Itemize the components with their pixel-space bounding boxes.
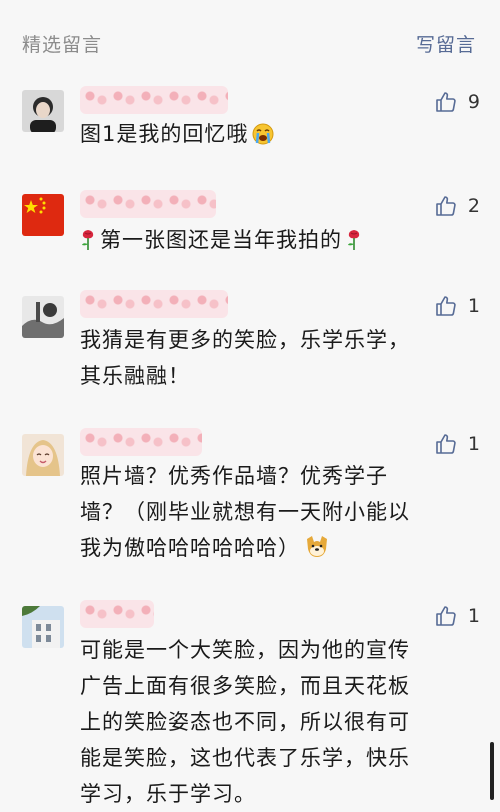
write-comment-button[interactable]: 写留言	[416, 30, 476, 57]
like-count: 1	[467, 605, 480, 627]
comment-line: 我为傲哈哈哈哈哈哈）	[80, 530, 480, 570]
comment-line-text: 我为傲哈哈哈哈哈哈）	[80, 536, 300, 560]
comment-body: 图1是我的回忆哦	[80, 122, 249, 146]
avatar[interactable]	[22, 194, 64, 236]
avatar[interactable]	[22, 90, 64, 132]
scrollbar[interactable]	[490, 742, 494, 800]
like-button[interactable]: 2	[434, 190, 480, 222]
avatar[interactable]	[22, 434, 64, 476]
comment-item: 1 我猜是有更多的笑脸，乐学乐学， 其乐融融！	[0, 290, 500, 404]
nickname-blurred[interactable]	[80, 190, 216, 218]
comment-line: 其乐融融！	[80, 364, 190, 388]
like-count: 2	[467, 195, 480, 217]
comment-body: 第一张图还是当年我拍的	[100, 228, 342, 252]
nickname-blurred[interactable]	[80, 600, 154, 628]
comment-line: 能是笑脸，这也代表了乐学，快乐	[80, 746, 410, 770]
thumbs-up-icon	[436, 606, 456, 626]
avatar[interactable]	[22, 296, 64, 338]
like-button[interactable]: 1	[434, 600, 480, 632]
thumbs-up-icon	[436, 434, 456, 454]
featured-comments-title: 精选留言	[22, 34, 103, 56]
comment-line: 我猜是有更多的笑脸，乐学乐学，	[80, 328, 410, 352]
comment-item: 2 第一张图还是当年我拍的	[0, 190, 500, 272]
comment-item: 1 照片墙？优秀作品墙？优秀学子 墙？（刚毕业就想有一天附小能以 我为傲哈哈哈哈…	[0, 428, 500, 582]
doge-icon	[304, 534, 330, 570]
thumbs-up-icon	[436, 296, 456, 316]
comment-line: 学习，乐于学习。	[80, 782, 256, 806]
comment-line: 墙？（刚毕业就想有一天附小能以	[80, 500, 410, 524]
like-button[interactable]: 1	[434, 428, 480, 460]
nickname-blurred[interactable]	[80, 428, 202, 456]
comment-line: 可能是一个大笑脸，因为他的宣传	[80, 638, 410, 662]
comment-text: 照片墙？优秀作品墙？优秀学子 墙？（刚毕业就想有一天附小能以 我为傲哈哈哈哈哈哈…	[80, 458, 480, 570]
rose-icon	[80, 226, 96, 262]
like-button[interactable]: 1	[434, 290, 480, 322]
crying-face-icon	[252, 120, 274, 156]
comment-text: 图1是我的回忆哦	[80, 116, 480, 156]
comment-item: 1 可能是一个大笑脸，因为他的宣传 广告上面有很多笑脸，而且天花板 上的笑脸姿态…	[0, 600, 500, 806]
like-count: 1	[467, 433, 480, 455]
thumbs-up-icon	[436, 196, 456, 216]
nickname-blurred[interactable]	[80, 86, 228, 114]
thumbs-up-icon	[436, 92, 456, 112]
comment-line: 上的笑脸姿态也不同，所以很有可	[80, 710, 410, 734]
comment-text: 可能是一个大笑脸，因为他的宣传 广告上面有很多笑脸，而且天花板 上的笑脸姿态也不…	[80, 632, 480, 812]
like-count: 1	[467, 295, 480, 317]
comment-item: 9 图1是我的回忆哦	[0, 86, 500, 168]
comment-text: 我猜是有更多的笑脸，乐学乐学， 其乐融融！	[80, 322, 480, 394]
rose-icon	[346, 226, 362, 262]
comments-header: 精选留言 写留言	[0, 0, 500, 82]
avatar[interactable]	[22, 606, 64, 648]
nickname-blurred[interactable]	[80, 290, 228, 318]
comment-line: 照片墙？优秀作品墙？优秀学子	[80, 464, 388, 488]
comment-text: 第一张图还是当年我拍的	[80, 222, 480, 262]
like-count: 9	[467, 91, 480, 113]
like-button[interactable]: 9	[434, 86, 480, 118]
comment-line: 广告上面有很多笑脸，而且天花板	[80, 674, 410, 698]
